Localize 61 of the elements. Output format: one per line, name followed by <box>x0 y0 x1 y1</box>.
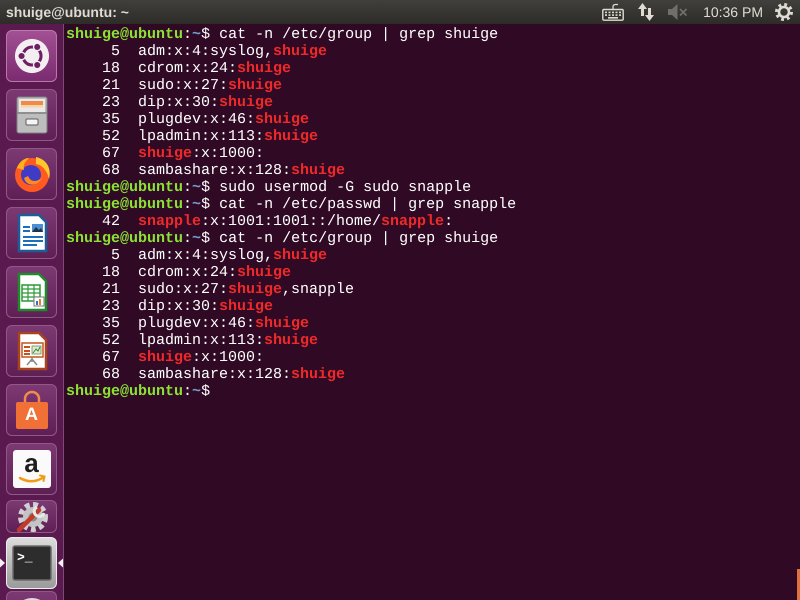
output-text: sudo:x:27:shuige,snapple <box>138 281 354 298</box>
launcher-button[interactable]: >_ <box>6 537 57 589</box>
launcher-button[interactable] <box>6 325 57 377</box>
line-number: 52 <box>100 128 120 145</box>
line-number: 42 <box>100 213 120 230</box>
line-number: 21 <box>100 281 120 298</box>
line-number: 67 <box>100 349 120 366</box>
keyboard-icon[interactable] <box>602 3 624 21</box>
output-text: dip:x:30:shuige <box>138 94 274 111</box>
launcher-button[interactable] <box>6 500 57 533</box>
command-text: cat -n /etc/group | grep shuige <box>219 230 498 247</box>
prompt: shuige@ubuntu:~$ <box>66 196 210 213</box>
output-text: sudo:x:27:shuige <box>138 77 282 94</box>
line-number: 35 <box>100 111 120 128</box>
window-title: shuige@ubuntu: ~ <box>6 4 129 20</box>
terminal-screen-icon <box>12 545 52 581</box>
line-number: 23 <box>100 298 120 315</box>
line-number: 67 <box>100 145 120 162</box>
output-text: lpadmin:x:113:shuige <box>138 332 318 349</box>
output-text: snapple:x:1001:1001::/home/snapple: <box>138 213 454 230</box>
muted-speaker-icon[interactable] <box>668 4 688 20</box>
line-number: 23 <box>100 94 120 111</box>
line-number: 68 <box>100 366 120 383</box>
prompt: shuige@ubuntu:~$ <box>66 179 210 196</box>
output-text: sambashare:x:128:shuige <box>138 162 346 179</box>
launcher-button[interactable] <box>6 207 57 259</box>
launcher-button[interactable]: a <box>6 443 57 495</box>
line-number: 21 <box>100 77 120 94</box>
line-number: 5 <box>110 247 120 264</box>
launcher-button[interactable] <box>6 266 57 318</box>
output-text: lpadmin:x:113:shuige <box>138 128 318 145</box>
line-number: 68 <box>100 162 120 179</box>
line-number: 52 <box>100 332 120 349</box>
output-text: plugdev:x:46:shuige <box>138 111 310 128</box>
output-text: shuige:x:1000: <box>138 349 264 366</box>
scrollbar-thumb[interactable] <box>797 569 800 600</box>
ring-logo-icon <box>12 37 50 75</box>
line-number: 18 <box>100 264 120 281</box>
output-text: adm:x:4:syslog,shuige <box>138 43 328 60</box>
output-text: cdrom:x:24:shuige <box>138 60 292 77</box>
launcher-button[interactable] <box>6 89 57 141</box>
line-number: 35 <box>100 315 120 332</box>
clock-text[interactable]: 10:36 PM <box>703 4 763 20</box>
command-text: cat -n /etc/group | grep shuige <box>219 26 498 43</box>
output-text: dip:x:30:shuige <box>138 298 274 315</box>
launcher-button[interactable] <box>6 148 57 200</box>
command-text: sudo usermod -G sudo snapple <box>219 179 472 196</box>
command-text: cat -n /etc/passwd | grep snapple <box>219 196 516 213</box>
output-text: sambashare:x:128:shuige <box>138 366 346 383</box>
prompt: shuige@ubuntu:~$ <box>66 230 210 247</box>
output-text: plugdev:x:46:shuige <box>138 315 310 332</box>
output-text: shuige:x:1000: <box>138 145 264 162</box>
prompt: shuige@ubuntu:~$ <box>66 383 210 400</box>
line-number: 5 <box>110 43 120 60</box>
up-down-arrows-icon[interactable] <box>638 3 654 21</box>
prompt: shuige@ubuntu:~$ <box>66 26 210 43</box>
launcher-button[interactable] <box>6 30 57 82</box>
gear-icon[interactable] <box>775 3 793 21</box>
output-text: cdrom:x:24:shuige <box>138 264 292 281</box>
line-number: 18 <box>100 60 120 77</box>
output-text: adm:x:4:syslog,shuige <box>138 247 328 264</box>
